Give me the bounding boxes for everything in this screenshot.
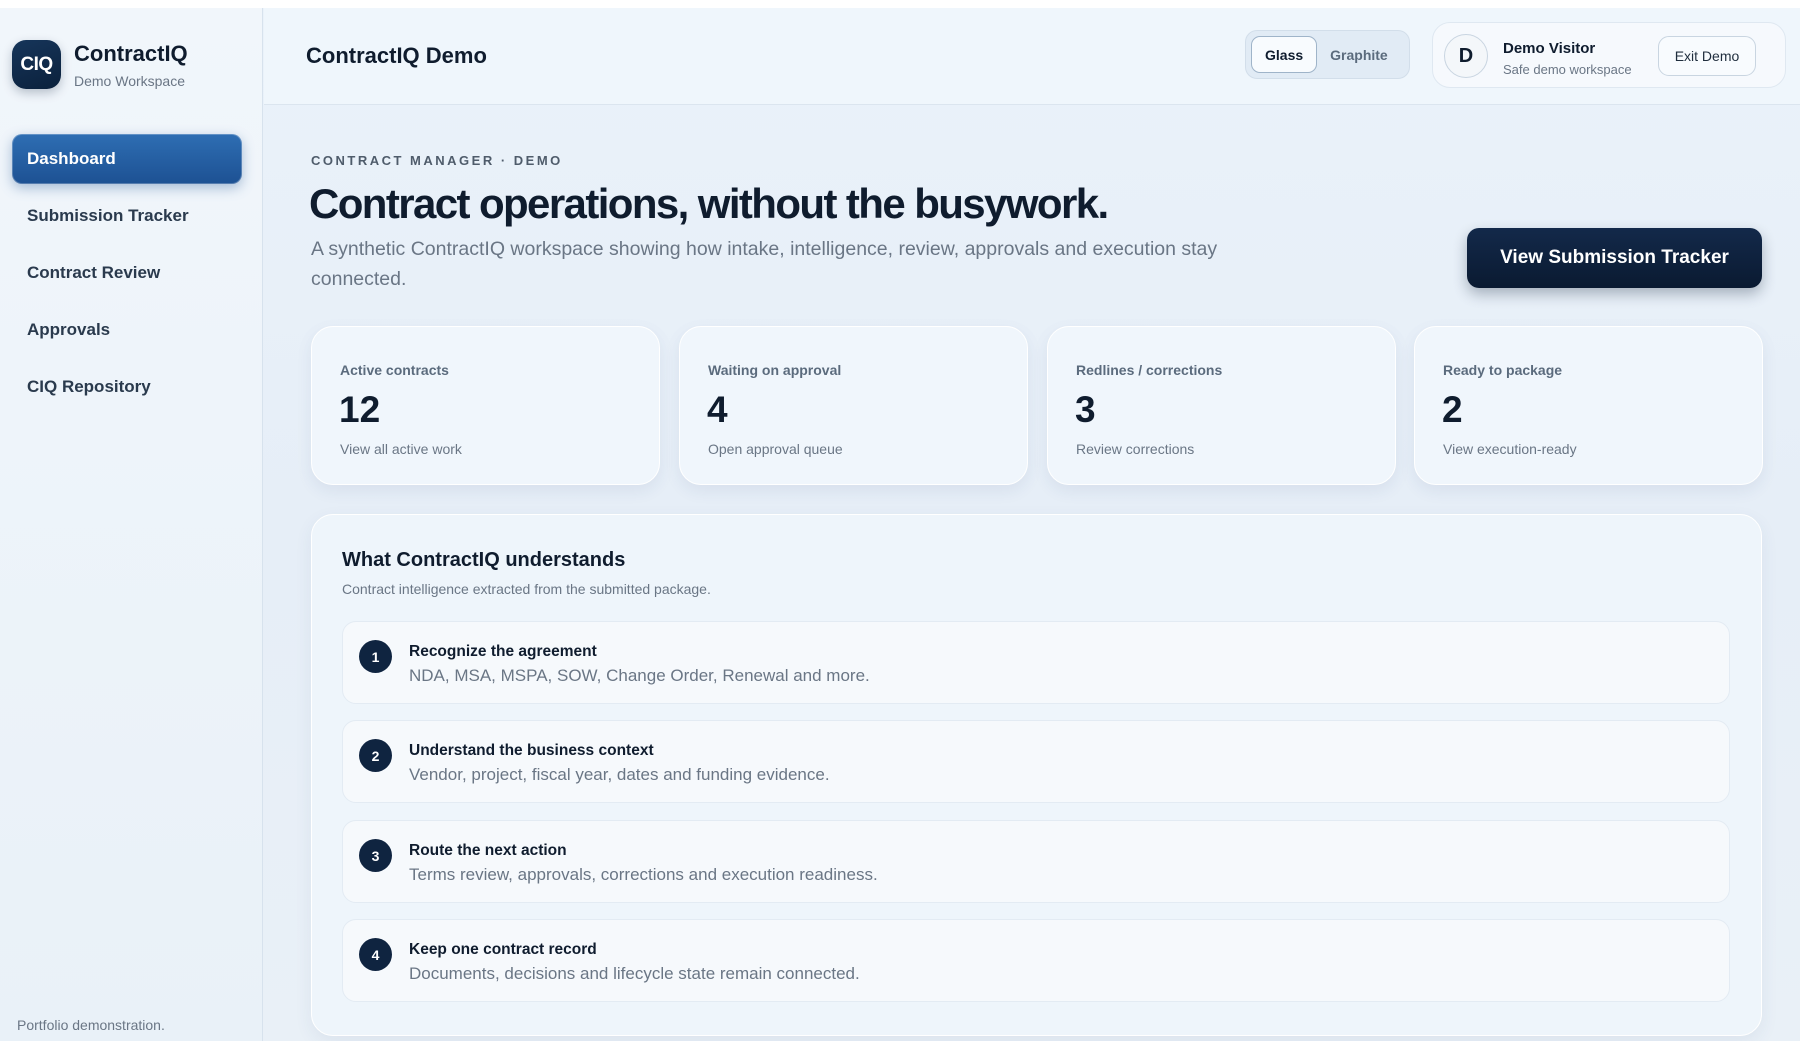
stat-label: Ready to package <box>1443 362 1563 378</box>
sidebar: CIQ ContractIQ Demo Workspace Dashboard … <box>0 8 263 1041</box>
stat-link[interactable]: View execution-ready <box>1443 441 1577 457</box>
stat-value: 4 <box>707 389 728 430</box>
stat-link[interactable]: Open approval queue <box>708 441 843 457</box>
sidebar-item-ciq-repository[interactable]: CIQ Repository <box>12 362 242 412</box>
user-subtitle: Safe demo workspace <box>1503 62 1632 77</box>
stat-label: Redlines / corrections <box>1076 362 1223 378</box>
panel-subtitle: Contract intelligence extracted from the… <box>342 581 711 597</box>
sidebar-nav: Dashboard Submission Tracker Contract Re… <box>12 134 242 419</box>
step-number-badge: 1 <box>359 640 392 673</box>
theme-toggle: Glass Graphite <box>1245 30 1410 79</box>
avatar: D <box>1444 34 1488 78</box>
step-number-badge: 2 <box>359 739 392 772</box>
user-name: Demo Visitor <box>1503 40 1596 57</box>
brand-subtitle: Demo Workspace <box>74 72 186 89</box>
stat-card-active-contracts[interactable]: Active contracts 12 View all active work <box>311 326 660 485</box>
brand[interactable]: CIQ ContractIQ Demo Workspace <box>12 40 188 89</box>
sidebar-item-approvals[interactable]: Approvals <box>12 305 242 355</box>
theme-option-glass[interactable]: Glass <box>1251 36 1318 73</box>
exit-demo-button[interactable]: Exit Demo <box>1658 36 1756 76</box>
stat-value: 12 <box>339 389 381 430</box>
step-item: 4 Keep one contract record Documents, de… <box>342 919 1730 1002</box>
sidebar-footer-note: Portfolio demonstration. <box>17 1017 165 1033</box>
page-title: ContractIQ Demo <box>306 43 487 68</box>
sidebar-item-submission-tracker[interactable]: Submission Tracker <box>12 191 242 241</box>
stat-label: Active contracts <box>340 362 449 378</box>
stat-link[interactable]: Review corrections <box>1076 441 1194 457</box>
step-number-badge: 4 <box>359 938 392 971</box>
step-description: Vendor, project, fiscal year, dates and … <box>409 765 830 784</box>
hero-eyebrow: CONTRACT MANAGER · DEMO <box>311 153 563 168</box>
stat-value: 3 <box>1075 389 1096 430</box>
stat-card-ready-to-package[interactable]: Ready to package 2 View execution-ready <box>1414 326 1763 485</box>
step-description: NDA, MSA, MSPA, SOW, Change Order, Renew… <box>409 666 870 685</box>
hero-headline: Contract operations, without the busywor… <box>309 180 1109 227</box>
sidebar-item-dashboard[interactable]: Dashboard <box>12 134 242 184</box>
step-title: Understand the business context <box>409 742 654 759</box>
step-description: Documents, decisions and lifecycle state… <box>409 964 860 983</box>
stat-card-redlines-corrections[interactable]: Redlines / corrections 3 Review correcti… <box>1047 326 1396 485</box>
step-number-badge: 3 <box>359 839 392 872</box>
step-title: Keep one contract record <box>409 941 597 958</box>
sidebar-item-contract-review[interactable]: Contract Review <box>12 248 242 298</box>
hero-subtitle: A synthetic ContractIQ workspace showing… <box>311 238 1218 290</box>
app-window: CIQ ContractIQ Demo Workspace Dashboard … <box>0 8 1800 1041</box>
brand-name: ContractIQ <box>74 40 188 66</box>
topbar: ContractIQ Demo Glass Graphite D Demo Vi… <box>264 8 1800 105</box>
view-submission-tracker-button[interactable]: View Submission Tracker <box>1467 228 1762 288</box>
step-item: 1 Recognize the agreement NDA, MSA, MSPA… <box>342 621 1730 704</box>
brand-logo: CIQ <box>12 40 61 89</box>
step-title: Recognize the agreement <box>409 643 597 660</box>
stat-link[interactable]: View all active work <box>340 441 462 457</box>
stat-card-waiting-on-approval[interactable]: Waiting on approval 4 Open approval queu… <box>679 326 1028 485</box>
step-title: Route the next action <box>409 842 567 859</box>
step-item: 3 Route the next action Terms review, ap… <box>342 820 1730 903</box>
user-card: D Demo Visitor Safe demo workspace Exit … <box>1432 22 1786 88</box>
theme-option-graphite[interactable]: Graphite <box>1317 36 1401 73</box>
step-item: 2 Understand the business context Vendor… <box>342 720 1730 803</box>
stat-label: Waiting on approval <box>708 362 842 378</box>
understands-panel: What ContractIQ understands Contract int… <box>311 514 1762 1036</box>
stat-value: 2 <box>1442 389 1463 430</box>
panel-title: What ContractIQ understands <box>342 549 626 571</box>
step-description: Terms review, approvals, corrections and… <box>409 865 878 884</box>
